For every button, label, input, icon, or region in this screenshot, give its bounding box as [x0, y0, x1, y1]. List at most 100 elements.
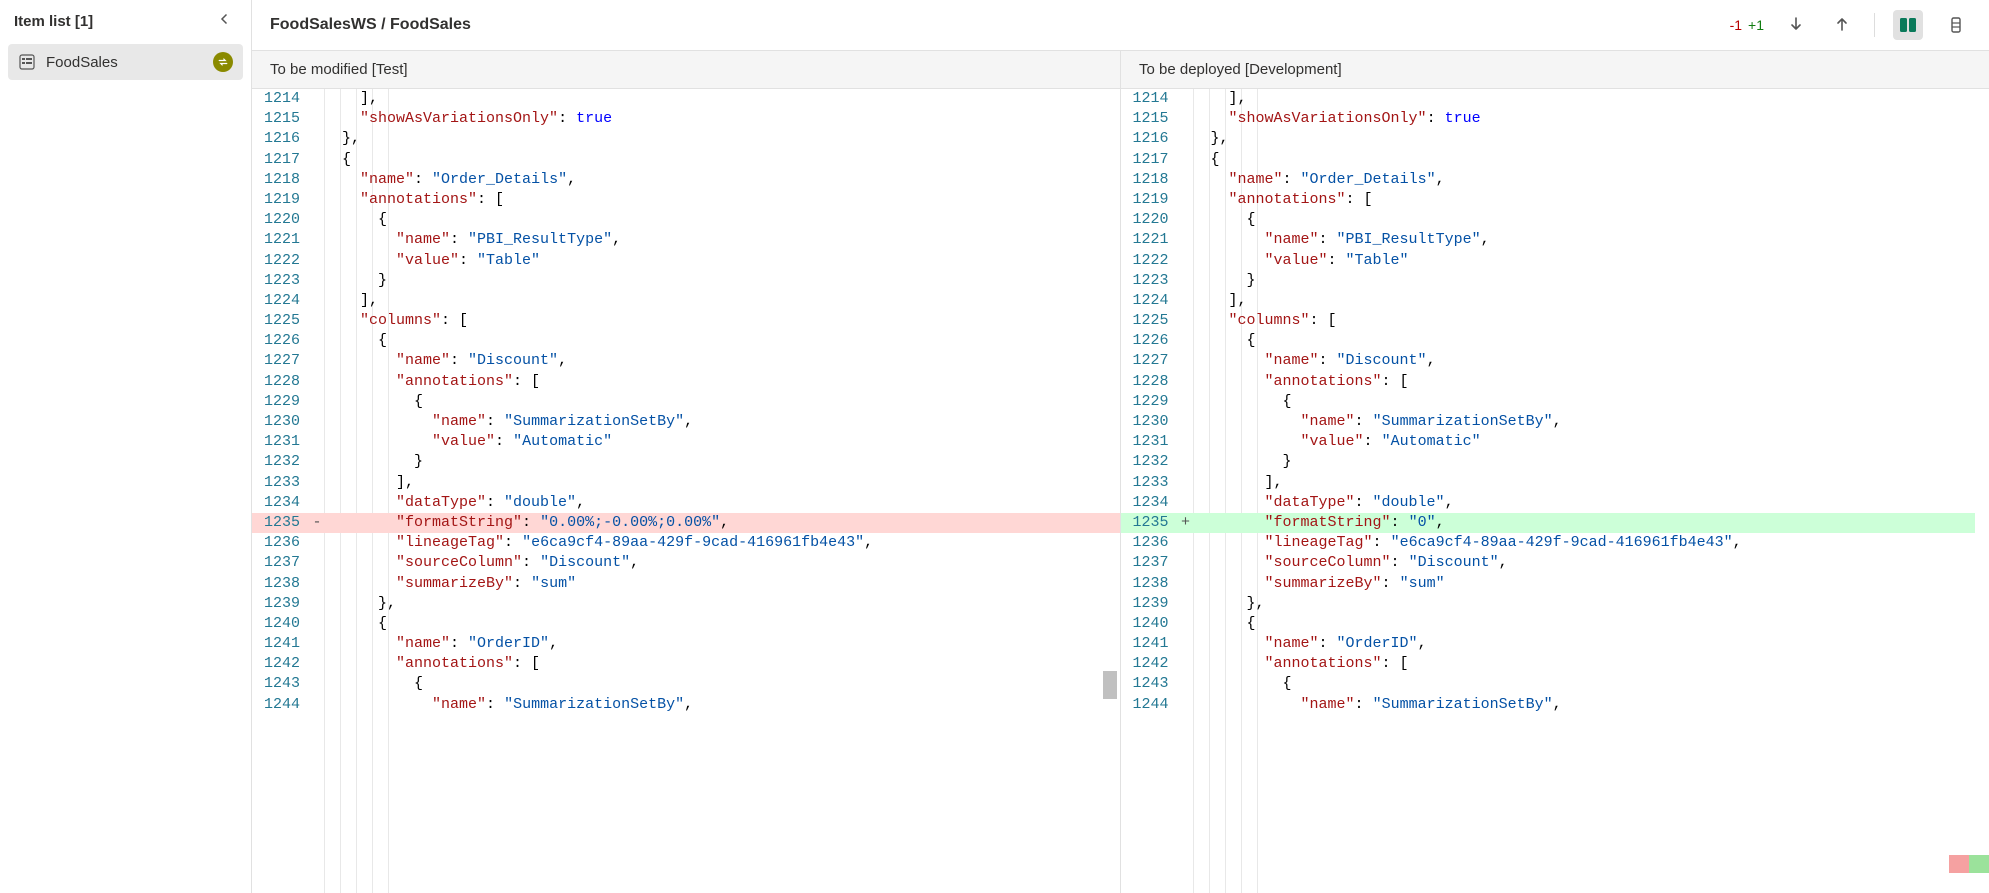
code-line[interactable]: "dataType": "double",	[1193, 493, 1989, 513]
code-line[interactable]: }	[324, 452, 1120, 472]
code-line[interactable]: },	[324, 129, 1120, 149]
code-line[interactable]: "annotations": [	[324, 372, 1120, 392]
inline-view-button[interactable]	[1941, 10, 1971, 40]
diff-sign-column: +	[1179, 89, 1193, 893]
code-line[interactable]: {	[324, 614, 1120, 634]
overview-diff-marker	[1949, 855, 1989, 873]
left-pane[interactable]: 1214121512161217121812191220122112221223…	[252, 89, 1121, 893]
sidebar-header: Item list [1]	[8, 10, 243, 44]
code-line[interactable]: ],	[1193, 89, 1989, 109]
code-line[interactable]: "sourceColumn": "Discount",	[324, 553, 1120, 573]
collapse-sidebar-button[interactable]	[213, 10, 237, 32]
right-pane-title: To be deployed [Development]	[1121, 51, 1989, 88]
code-line[interactable]: "name": "SummarizationSetBy",	[324, 695, 1120, 715]
code-line[interactable]: "value": "Automatic"	[324, 432, 1120, 452]
dataset-icon	[18, 53, 36, 71]
code-line[interactable]: }	[324, 271, 1120, 291]
chevron-left-icon	[219, 13, 231, 25]
code-line[interactable]: "lineageTag": "e6ca9cf4-89aa-429f-9cad-4…	[324, 533, 1120, 553]
code-line[interactable]: },	[1193, 129, 1989, 149]
code-line[interactable]: "columns": [	[324, 311, 1120, 331]
code-line[interactable]: {	[324, 674, 1120, 694]
code-line[interactable]: {	[1193, 210, 1989, 230]
sidebar-item-foodsales[interactable]: FoodSales	[8, 44, 243, 80]
diff-sign-column: -	[310, 89, 324, 893]
code-line[interactable]: "summarizeBy": "sum"	[324, 574, 1120, 594]
diff-body: 1214121512161217121812191220122112221223…	[252, 89, 1989, 893]
code-line[interactable]: ],	[324, 473, 1120, 493]
code-line[interactable]: "name": "Order_Details",	[324, 170, 1120, 190]
code-line[interactable]: "sourceColumn": "Discount",	[1193, 553, 1989, 573]
code-line[interactable]: },	[324, 594, 1120, 614]
pane-headers: To be modified [Test] To be deployed [De…	[252, 51, 1989, 89]
split-view-icon	[1899, 16, 1917, 34]
code-line[interactable]: },	[1193, 594, 1989, 614]
code-column: ], "showAsVariationsOnly": true }, { "na…	[1193, 89, 1989, 715]
code-line[interactable]: "formatString": "0.00%;-0.00%;0.00%",	[324, 513, 1120, 533]
overview-add-marker	[1969, 855, 1989, 873]
app-root: Item list [1] FoodSales FoodSalesWS / Fo…	[0, 0, 1989, 893]
code-line[interactable]: {	[1193, 392, 1989, 412]
code-line[interactable]: "name": "Discount",	[324, 351, 1120, 371]
code-line[interactable]: "name": "SummarizationSetBy",	[1193, 695, 1989, 715]
line-number-gutter: 1214121512161217121812191220122112221223…	[1121, 89, 1179, 893]
top-controls: -1 +1	[1730, 10, 1971, 40]
code-line[interactable]: {	[1193, 331, 1989, 351]
code-line[interactable]: "value": "Automatic"	[1193, 432, 1989, 452]
code-line[interactable]: {	[324, 392, 1120, 412]
sidebar-item-label: FoodSales	[46, 54, 203, 71]
code-line[interactable]: "name": "Discount",	[1193, 351, 1989, 371]
toolbar-separator	[1874, 13, 1875, 37]
topbar: FoodSalesWS / FoodSales -1 +1	[252, 0, 1989, 51]
diff-stats: -1 +1	[1730, 17, 1764, 33]
side-by-side-view-button[interactable]	[1893, 10, 1923, 40]
code-line[interactable]: {	[324, 331, 1120, 351]
code-line[interactable]: }	[1193, 452, 1989, 472]
right-pane[interactable]: 1214121512161217121812191220122112221223…	[1121, 89, 1989, 893]
arrow-down-icon	[1788, 16, 1804, 32]
swap-icon	[217, 56, 229, 68]
code-line[interactable]: ],	[1193, 473, 1989, 493]
code-line[interactable]: "lineageTag": "e6ca9cf4-89aa-429f-9cad-4…	[1193, 533, 1989, 553]
left-pane-title: To be modified [Test]	[252, 51, 1121, 88]
prev-diff-button[interactable]	[1828, 12, 1856, 39]
diff-deletions: -1	[1730, 17, 1742, 33]
code-line[interactable]: "annotations": [	[1193, 654, 1989, 674]
code-line[interactable]: "name": "PBI_ResultType",	[1193, 230, 1989, 250]
code-line[interactable]: "value": "Table"	[1193, 251, 1989, 271]
code-line[interactable]: "annotations": [	[324, 190, 1120, 210]
overview-ruler[interactable]	[1975, 89, 1989, 893]
code-line[interactable]: ],	[324, 291, 1120, 311]
code-line[interactable]: "annotations": [	[1193, 190, 1989, 210]
code-line[interactable]: "dataType": "double",	[324, 493, 1120, 513]
code-line[interactable]: ],	[1193, 291, 1989, 311]
code-line[interactable]: "name": "OrderID",	[324, 634, 1120, 654]
code-line[interactable]: {	[324, 210, 1120, 230]
scrollbar-thumb[interactable]	[1103, 671, 1117, 699]
code-line[interactable]: "name": "SummarizationSetBy",	[1193, 412, 1989, 432]
code-line[interactable]: "value": "Table"	[324, 251, 1120, 271]
code-line[interactable]: "name": "PBI_ResultType",	[324, 230, 1120, 250]
next-diff-button[interactable]	[1782, 12, 1810, 39]
code-line[interactable]: "name": "SummarizationSetBy",	[324, 412, 1120, 432]
code-line[interactable]: {	[1193, 614, 1989, 634]
code-line[interactable]: }	[1193, 271, 1989, 291]
code-line[interactable]: "name": "OrderID",	[1193, 634, 1989, 654]
sidebar: Item list [1] FoodSales	[0, 0, 252, 893]
single-view-icon	[1947, 16, 1965, 34]
arrow-up-icon	[1834, 16, 1850, 32]
code-line[interactable]: ],	[324, 89, 1120, 109]
breadcrumb: FoodSalesWS / FoodSales	[270, 16, 471, 34]
code-line[interactable]: "name": "Order_Details",	[1193, 170, 1989, 190]
code-line[interactable]: "annotations": [	[1193, 372, 1989, 392]
code-line[interactable]: "summarizeBy": "sum"	[1193, 574, 1989, 594]
code-line[interactable]: {	[1193, 150, 1989, 170]
code-line[interactable]: {	[324, 150, 1120, 170]
code-line[interactable]: {	[1193, 674, 1989, 694]
code-line[interactable]: "formatString": "0",	[1193, 513, 1989, 533]
code-line[interactable]: "annotations": [	[324, 654, 1120, 674]
code-line[interactable]: "showAsVariationsOnly": true	[1193, 109, 1989, 129]
code-line[interactable]: "columns": [	[1193, 311, 1989, 331]
code-line[interactable]: "showAsVariationsOnly": true	[324, 109, 1120, 129]
overview-del-marker	[1949, 855, 1969, 873]
